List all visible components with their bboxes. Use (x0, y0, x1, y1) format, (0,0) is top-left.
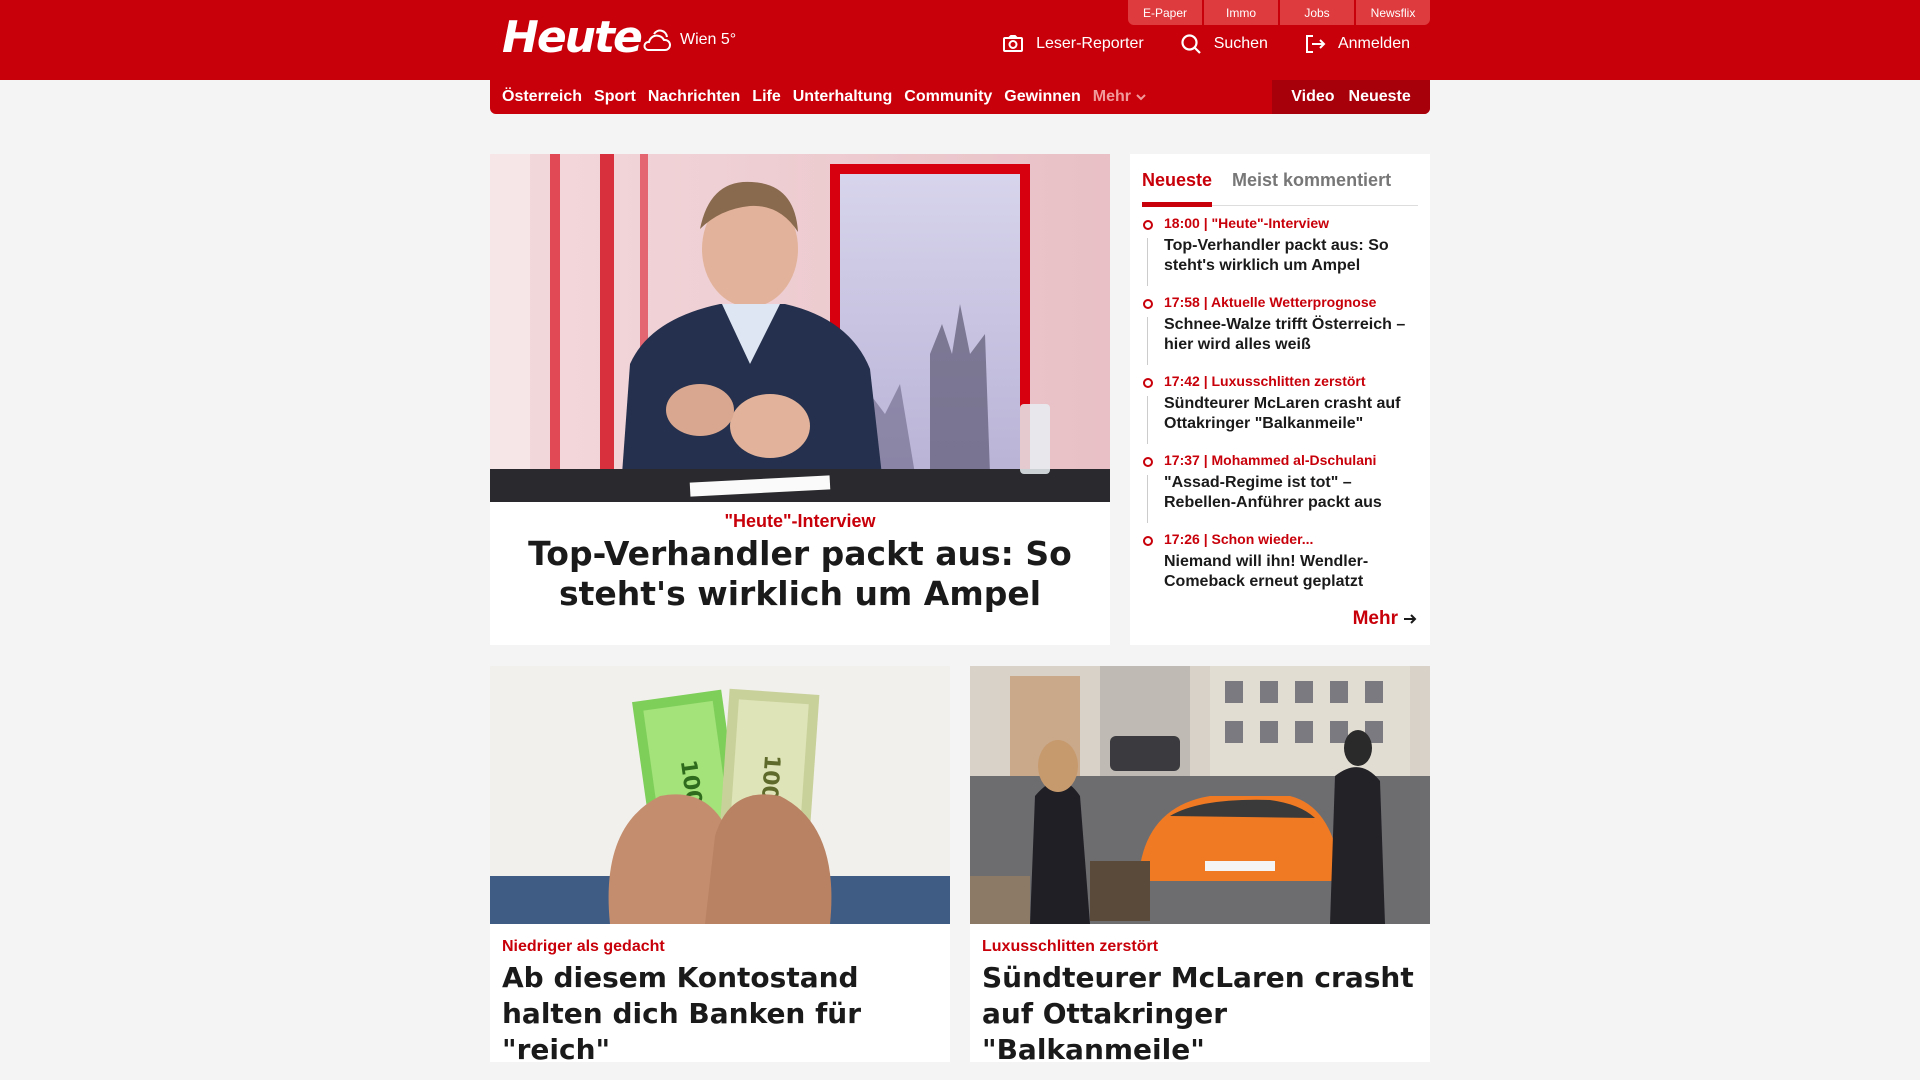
header-actions: Leser-Reporter Suchen Anmelden (1002, 33, 1410, 55)
news-sidebar: Neueste Meist kommentiert 18:00 | "Heute… (1130, 154, 1430, 645)
timeline-dot (1143, 457, 1153, 467)
timeline-line (1147, 317, 1148, 365)
card-kicker[interactable]: Niedriger als gedacht (502, 938, 665, 956)
camera-icon (1003, 35, 1024, 52)
card-image[interactable]: 100 100 (490, 666, 950, 924)
news-feed: 18:00 | "Heute"-Interview Top-Verhandler… (1142, 214, 1418, 609)
nav-video[interactable]: Video (1291, 88, 1334, 106)
feed-item[interactable]: 17:42 | Luxusschlitten zerstört Sündteur… (1142, 372, 1418, 451)
card-title[interactable]: Sündteurer McLaren crasht auf Ottakringe… (982, 960, 1418, 1068)
search-label: Suchen (1213, 35, 1268, 52)
login-label: Anmelden (1337, 35, 1410, 52)
feed-item-meta: 17:42 | Luxusschlitten zerstört (1164, 373, 1366, 389)
site-header: Heute Wien 5° E-Paper Immo Jobs Newsflix… (0, 0, 1920, 80)
hero-image[interactable] (490, 154, 1110, 502)
timeline-line (1147, 396, 1148, 444)
hero-kicker[interactable]: "Heute"-Interview (490, 511, 1110, 532)
main-nav: Österreich Sport Nachrichten Life Unterh… (490, 80, 1430, 114)
top-link-jobs[interactable]: Jobs (1280, 0, 1354, 25)
feed-item[interactable]: 17:37 | Mohammed al-Dschulani "Assad-Reg… (1142, 451, 1418, 530)
nav-item-oesterreich[interactable]: Österreich (502, 88, 582, 106)
chevron-down-icon (1136, 94, 1146, 101)
tab-meist-kommentiert[interactable]: Meist kommentiert (1232, 162, 1391, 205)
feed-item-title[interactable]: Schnee-Walze trifft Österreich – hier wi… (1164, 315, 1418, 355)
timeline-dot (1143, 220, 1153, 230)
feed-item-meta: 17:37 | Mohammed al-Dschulani (1164, 452, 1377, 468)
leser-reporter-button[interactable]: Leser-Reporter (1002, 33, 1144, 55)
feed-item-title[interactable]: Sündteurer McLaren crasht auf Ottakringe… (1164, 394, 1418, 434)
article-card[interactable]: 100 100 Niedriger als gedacht Ab diesem … (490, 666, 950, 1066)
hero-article[interactable]: "Heute"-Interview Top-Verhandler packt a… (490, 154, 1110, 645)
nav-right: Video Neueste (1272, 80, 1430, 114)
search-button[interactable]: Suchen (1180, 33, 1268, 55)
top-link-newsflix[interactable]: Newsflix (1356, 0, 1430, 25)
search-icon (1181, 34, 1201, 54)
nav-item-unterhaltung[interactable]: Unterhaltung (793, 88, 893, 106)
feed-item-title[interactable]: Top-Verhandler packt aus: So steht's wir… (1164, 236, 1418, 276)
hero-photo-illustration (490, 154, 1110, 502)
feed-item-meta: 17:26 | Schon wieder... (1164, 531, 1314, 547)
feed-item-title[interactable]: "Assad-Regime ist tot" – Rebellen-Anführ… (1164, 473, 1418, 513)
tab-neueste[interactable]: Neueste (1142, 162, 1213, 207)
timeline-dot (1143, 299, 1153, 309)
hero-title[interactable]: Top-Verhandler packt aus: So steht's wir… (510, 534, 1090, 614)
top-link-epaper[interactable]: E-Paper (1128, 0, 1202, 25)
login-button[interactable]: Anmelden (1304, 33, 1410, 55)
site-logo[interactable]: Heute (502, 12, 643, 63)
nav-item-nachrichten[interactable]: Nachrichten (648, 88, 740, 106)
timeline-line (1147, 475, 1148, 523)
money-photo-illustration: 100 100 (490, 666, 950, 924)
timeline-dot (1143, 378, 1153, 388)
feed-item-meta: 17:58 | Aktuelle Wetterprognose (1164, 294, 1377, 310)
svg-text:100: 100 (756, 754, 784, 802)
nav-item-gewinnen[interactable]: Gewinnen (1004, 88, 1080, 106)
nav-item-community[interactable]: Community (904, 88, 992, 106)
login-icon (1305, 35, 1326, 53)
header-inner: Heute Wien 5° E-Paper Immo Jobs Newsflix… (490, 0, 1430, 80)
weather-label: Wien 5° (680, 31, 737, 48)
timeline-dot (1143, 536, 1153, 546)
feed-item[interactable]: 18:00 | "Heute"-Interview Top-Verhandler… (1142, 214, 1418, 293)
nav-more-label: Mehr (1092, 88, 1131, 105)
leser-reporter-label: Leser-Reporter (1036, 35, 1144, 52)
mclaren-photo-illustration (970, 666, 1430, 924)
nav-more-dropdown[interactable]: Mehr (1093, 88, 1147, 106)
nav-items: Österreich Sport Nachrichten Life Unterh… (502, 80, 1147, 114)
arrow-right-icon (1404, 614, 1417, 624)
sidebar-more-link[interactable]: Mehr (1353, 608, 1418, 630)
card-title[interactable]: Ab diesem Kontostand halten dich Banken … (502, 960, 938, 1068)
timeline-line (1147, 238, 1148, 286)
feed-item[interactable]: 17:26 | Schon wieder... Niemand will ihn… (1142, 530, 1418, 609)
weather-widget[interactable]: Wien 5° (640, 26, 736, 54)
sidebar-tabs: Neueste Meist kommentiert (1142, 162, 1418, 207)
cloud-sun-icon (643, 29, 671, 51)
card-image[interactable] (970, 666, 1430, 924)
feed-item[interactable]: 17:58 | Aktuelle Wetterprognose Schnee-W… (1142, 293, 1418, 372)
feed-item-meta: 18:00 | "Heute"-Interview (1164, 215, 1330, 231)
nav-item-life[interactable]: Life (752, 88, 780, 106)
nav-item-sport[interactable]: Sport (594, 88, 636, 106)
nav-neueste[interactable]: Neueste (1349, 88, 1411, 106)
top-links: E-Paper Immo Jobs Newsflix (1128, 0, 1430, 25)
feed-item-title[interactable]: Niemand will ihn! Wendler-Comeback erneu… (1164, 552, 1418, 592)
article-card[interactable]: Luxusschlitten zerstört Sündteurer McLar… (970, 666, 1430, 1066)
top-link-immo[interactable]: Immo (1204, 0, 1278, 25)
sidebar-more-label: Mehr (1352, 608, 1398, 629)
card-kicker[interactable]: Luxusschlitten zerstört (982, 938, 1158, 956)
